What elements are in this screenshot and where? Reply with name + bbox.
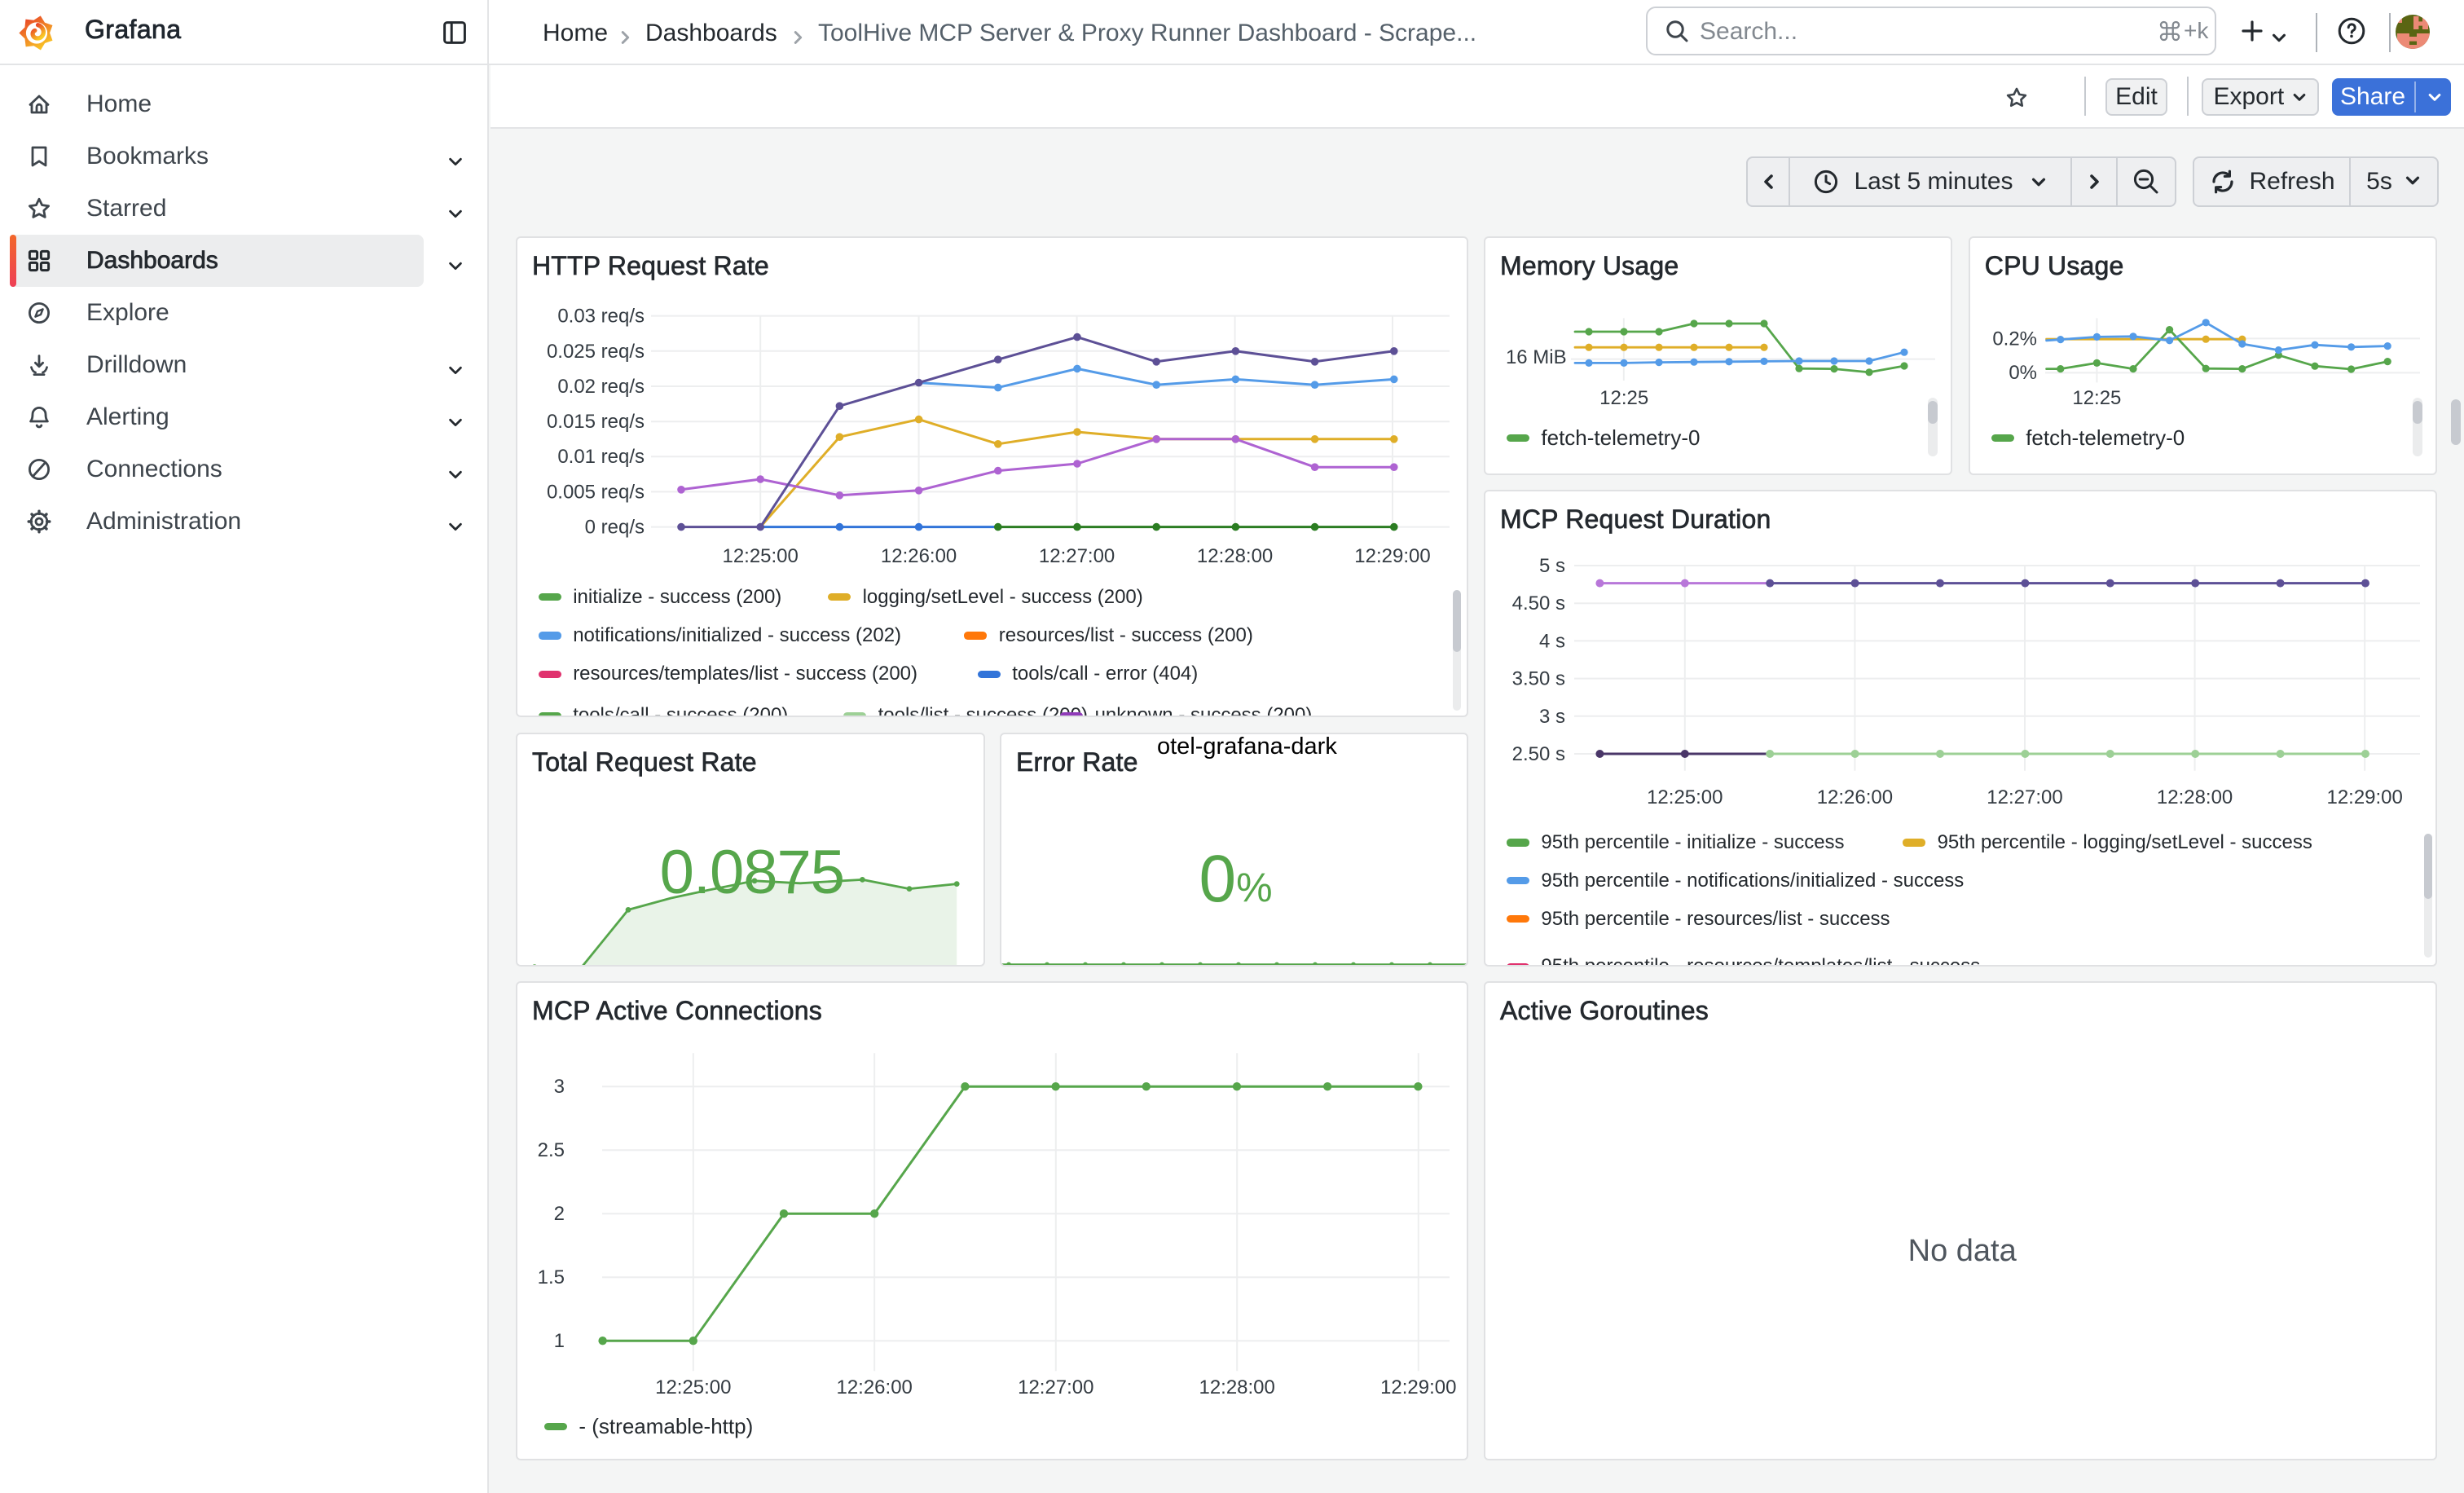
svg-text:12:25: 12:25 bbox=[2072, 387, 2121, 409]
svg-text:4.50 s: 4.50 s bbox=[1512, 592, 1565, 614]
svg-text:12:27:00: 12:27:00 bbox=[1018, 1376, 1093, 1398]
svg-text:3.50 s: 3.50 s bbox=[1512, 668, 1565, 690]
svg-text:0.2%: 0.2% bbox=[1992, 328, 2037, 350]
svg-text:2: 2 bbox=[554, 1203, 565, 1225]
svg-text:12:28:00: 12:28:00 bbox=[2157, 786, 2233, 808]
svg-text:12:26:00: 12:26:00 bbox=[1817, 786, 1893, 808]
svg-text:0.03 req/s: 0.03 req/s bbox=[557, 306, 645, 328]
svg-text:5 s: 5 s bbox=[1539, 555, 1565, 577]
svg-text:3 s: 3 s bbox=[1539, 706, 1565, 728]
svg-text:12:25: 12:25 bbox=[1599, 387, 1648, 409]
svg-text:0.015 req/s: 0.015 req/s bbox=[547, 412, 645, 434]
svg-text:12:28:00: 12:28:00 bbox=[1199, 1376, 1275, 1398]
svg-text:3: 3 bbox=[554, 1076, 565, 1098]
svg-text:12:29:00: 12:29:00 bbox=[1380, 1376, 1456, 1398]
svg-text:0.02 req/s: 0.02 req/s bbox=[557, 376, 645, 398]
svg-text:12:28:00: 12:28:00 bbox=[1197, 545, 1273, 567]
svg-text:0%: 0% bbox=[2009, 363, 2037, 385]
svg-text:2.50 s: 2.50 s bbox=[1512, 743, 1565, 765]
svg-text:12:29:00: 12:29:00 bbox=[2327, 786, 2403, 808]
svg-text:16 MiB: 16 MiB bbox=[1506, 347, 1567, 369]
svg-text:12:29:00: 12:29:00 bbox=[1354, 545, 1430, 567]
svg-text:12:25:00: 12:25:00 bbox=[723, 545, 799, 567]
svg-text:1.5: 1.5 bbox=[538, 1266, 565, 1288]
svg-text:0.01 req/s: 0.01 req/s bbox=[557, 447, 645, 469]
svg-text:12:26:00: 12:26:00 bbox=[881, 545, 957, 567]
svg-text:0.025 req/s: 0.025 req/s bbox=[547, 341, 645, 363]
svg-text:12:27:00: 12:27:00 bbox=[1987, 786, 2062, 808]
svg-text:0 req/s: 0 req/s bbox=[585, 517, 645, 539]
svg-text:2.5: 2.5 bbox=[538, 1139, 565, 1161]
svg-text:12:26:00: 12:26:00 bbox=[837, 1376, 913, 1398]
svg-text:1: 1 bbox=[554, 1330, 565, 1352]
svg-text:12:25:00: 12:25:00 bbox=[1647, 786, 1723, 808]
svg-text:0.005 req/s: 0.005 req/s bbox=[547, 482, 645, 504]
svg-text:12:27:00: 12:27:00 bbox=[1039, 545, 1115, 567]
svg-text:12:25:00: 12:25:00 bbox=[655, 1376, 731, 1398]
svg-text:4 s: 4 s bbox=[1539, 631, 1565, 653]
